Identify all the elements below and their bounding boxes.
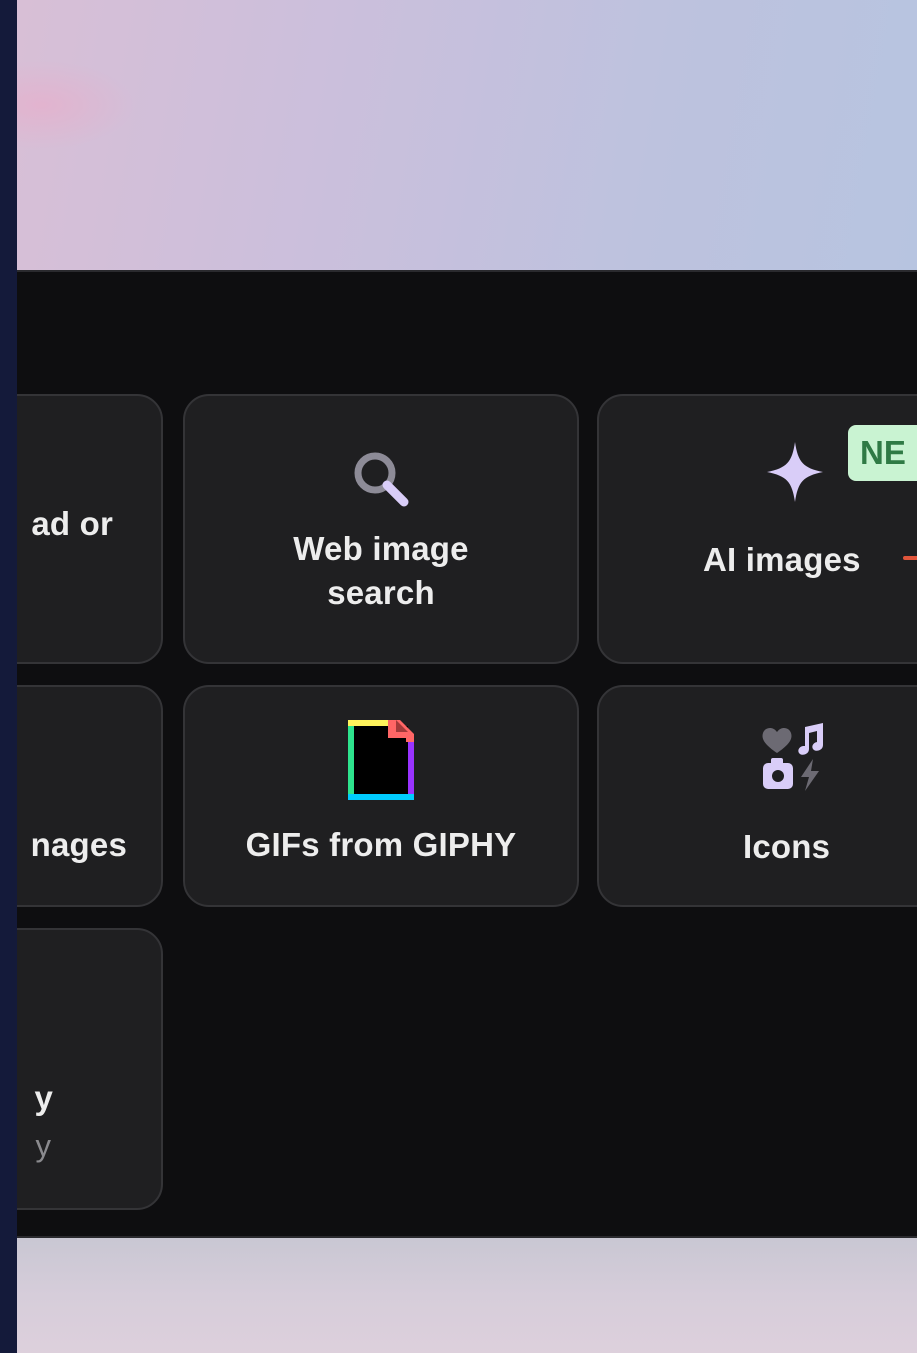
image-source-panel: ad or Web image search AI images nages G… xyxy=(17,270,917,1238)
stock-images-tile[interactable]: nages xyxy=(17,685,163,907)
web-image-search-label-line2: search xyxy=(327,573,435,611)
upload-tile[interactable]: ad or xyxy=(17,394,163,664)
web-image-search-label-line1: Web image xyxy=(293,529,469,567)
library-tile[interactable]: y y xyxy=(17,928,163,1210)
library-label: y xyxy=(34,1079,53,1116)
left-rail xyxy=(0,0,17,1353)
library-sublabel: y xyxy=(35,1128,52,1163)
icons-tile[interactable]: Icons xyxy=(597,685,917,907)
background-preview-bottom xyxy=(17,1238,917,1353)
icons-collection-icon xyxy=(759,723,829,798)
giphy-label: GIFs from GIPHY xyxy=(245,825,517,863)
ai-images-label: AI images xyxy=(703,541,861,578)
giphy-tile[interactable]: GIFs from GIPHY xyxy=(183,685,579,907)
sparkle-icon xyxy=(765,440,825,509)
giphy-icon xyxy=(348,719,414,805)
search-icon xyxy=(346,444,416,519)
icons-label: Icons xyxy=(743,828,831,865)
new-badge: NE xyxy=(848,425,917,481)
background-preview-top xyxy=(17,0,917,270)
stock-images-label: nages xyxy=(30,826,127,863)
upload-tile-label: ad or xyxy=(31,505,113,542)
pointer-arrow xyxy=(903,556,917,560)
web-image-search-tile[interactable]: Web image search xyxy=(183,394,579,664)
